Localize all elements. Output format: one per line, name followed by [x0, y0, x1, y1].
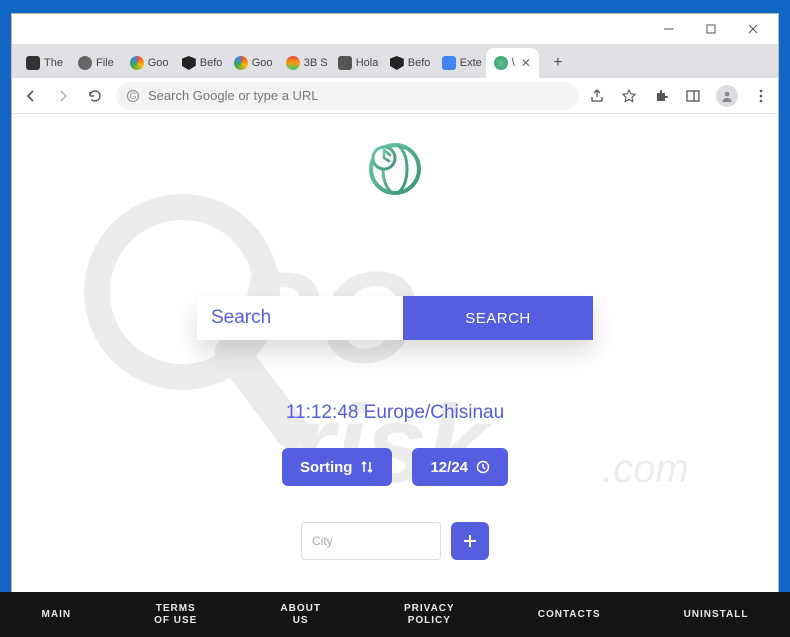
- kebab-icon: [753, 88, 769, 104]
- back-button[interactable]: [20, 85, 42, 107]
- google-icon: [130, 56, 144, 70]
- tab-close-icon[interactable]: ✕: [521, 56, 531, 70]
- tab-2[interactable]: Goo: [122, 48, 174, 78]
- footer-terms[interactable]: TERMSOF USE: [154, 603, 197, 627]
- plus-icon: [461, 532, 479, 550]
- person-icon: [720, 89, 734, 103]
- svg-text:.com: .com: [602, 447, 689, 491]
- printer-icon: [26, 56, 40, 70]
- puzzle-icon: [442, 56, 456, 70]
- tab-8[interactable]: Exte: [434, 48, 486, 78]
- bookmark-button[interactable]: [620, 87, 638, 105]
- search-row: SEARCH: [197, 296, 593, 340]
- share-button[interactable]: [588, 87, 606, 105]
- clock-display: 11:12:48 Europe/Chisinau: [286, 402, 504, 424]
- globe-icon: [78, 56, 92, 70]
- profile-button[interactable]: [716, 85, 738, 107]
- reload-button[interactable]: [84, 85, 106, 107]
- panel-icon: [685, 88, 701, 104]
- footer-uninstall[interactable]: UNINSTALL: [684, 609, 749, 621]
- minimize-icon: [663, 23, 675, 35]
- clock-icon: [476, 460, 490, 474]
- omnibox[interactable]: G Search Google or type a URL: [116, 82, 578, 110]
- tab-7[interactable]: Befo: [382, 48, 434, 78]
- window-minimize-button[interactable]: [648, 15, 690, 43]
- tab-6[interactable]: Hola: [330, 48, 382, 78]
- tab-9-active[interactable]: \✕: [486, 48, 539, 78]
- sort-icon: [360, 460, 374, 474]
- new-tab-button[interactable]: +: [545, 50, 571, 76]
- window-titlebar: [12, 14, 778, 44]
- tab-5[interactable]: 3B S: [278, 48, 330, 78]
- add-city-button[interactable]: [451, 522, 489, 560]
- footer-main[interactable]: MAIN: [42, 609, 72, 621]
- reload-icon: [87, 88, 103, 104]
- tab-1[interactable]: File: [70, 48, 122, 78]
- shield-icon: [182, 56, 196, 70]
- star-icon: [621, 88, 637, 104]
- close-icon: [747, 23, 759, 35]
- greenglobe-icon: [494, 56, 508, 70]
- puzzle-icon: [653, 88, 669, 104]
- sidepanel-button[interactable]: [684, 87, 702, 105]
- arrow-right-icon: [55, 88, 71, 104]
- share-icon: [589, 88, 605, 104]
- footer-contacts[interactable]: CONTACTS: [538, 609, 601, 621]
- page-content: PC risk .com SEARCH 11:12:48 Europe/Chis…: [12, 114, 778, 623]
- shield-icon: [390, 56, 404, 70]
- tab-strip: The File Goo Befo Goo 3B S Hola Befo Ext…: [12, 44, 778, 78]
- extensions-button[interactable]: [652, 87, 670, 105]
- footer-privacy[interactable]: PRIVACYPOLICY: [404, 603, 455, 627]
- arrow-left-icon: [23, 88, 39, 104]
- page-footer: MAIN TERMSOF USE ABOUTUS PRIVACYPOLICY C…: [0, 592, 790, 637]
- control-row: Sorting 12/24: [282, 448, 508, 486]
- city-row: [301, 522, 489, 560]
- site-logo-icon: [368, 142, 422, 196]
- google-icon: [234, 56, 248, 70]
- window-close-button[interactable]: [732, 15, 774, 43]
- toolbar-icons: [588, 85, 770, 107]
- time-format-button[interactable]: 12/24: [412, 448, 508, 486]
- forward-button[interactable]: [52, 85, 74, 107]
- tab-4[interactable]: Goo: [226, 48, 278, 78]
- menu-button[interactable]: [752, 87, 770, 105]
- search-input[interactable]: [197, 296, 403, 340]
- browser-window: The File Goo Befo Goo 3B S Hola Befo Ext…: [11, 13, 779, 624]
- sorting-button[interactable]: Sorting: [282, 448, 393, 486]
- address-bar-row: G Search Google or type a URL: [12, 78, 778, 114]
- maximize-icon: [705, 23, 717, 35]
- download-icon: [338, 56, 352, 70]
- window-maximize-button[interactable]: [690, 15, 732, 43]
- tab-3[interactable]: Befo: [174, 48, 226, 78]
- search-button[interactable]: SEARCH: [403, 296, 593, 340]
- google-g-icon: G: [126, 89, 140, 103]
- svg-text:G: G: [129, 91, 136, 101]
- footer-about[interactable]: ABOUTUS: [280, 603, 321, 627]
- color-icon: [286, 56, 300, 70]
- tab-0[interactable]: The: [18, 48, 70, 78]
- city-input[interactable]: [301, 522, 441, 560]
- omnibox-placeholder: Search Google or type a URL: [148, 88, 319, 103]
